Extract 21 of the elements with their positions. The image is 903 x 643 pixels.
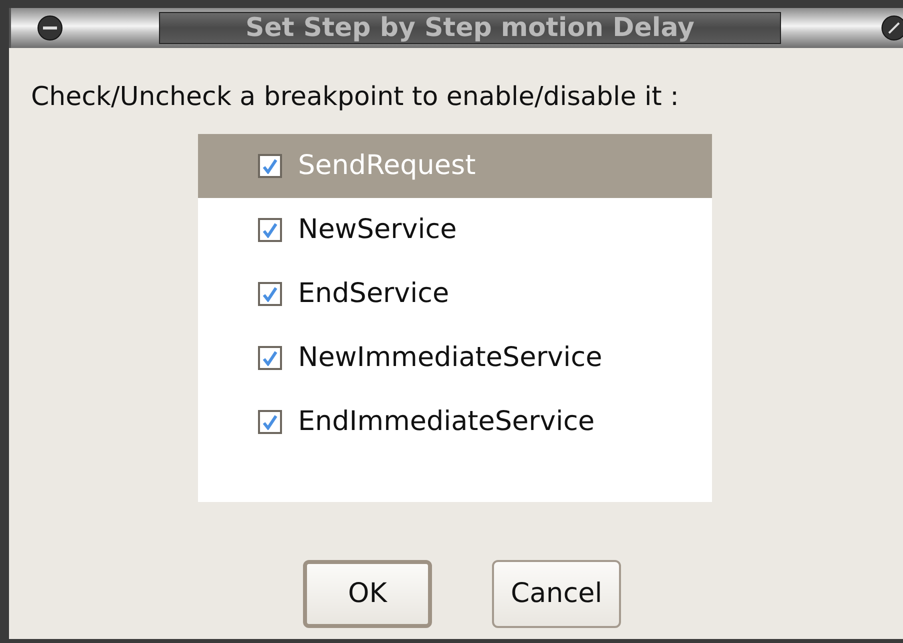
breakpoint-label: NewImmediateService (298, 340, 602, 375)
checkmark-icon (262, 222, 278, 238)
breakpoint-label: EndService (298, 276, 450, 311)
checkbox[interactable] (258, 346, 282, 370)
close-icon[interactable] (881, 15, 903, 41)
minimize-icon[interactable] (37, 15, 63, 41)
checkbox[interactable] (258, 218, 282, 242)
checkmark-icon (262, 158, 278, 174)
checkbox[interactable] (258, 154, 282, 178)
instruction-text: Check/Uncheck a breakpoint to enable/disable it : (31, 81, 679, 114)
checkmark-icon (262, 350, 278, 366)
dialog-button[interactable]: Cancel (492, 560, 621, 628)
checkbox[interactable] (258, 282, 282, 306)
dialog-button[interactable]: OK (303, 560, 432, 628)
breakpoint-label: SendRequest (298, 148, 476, 183)
breakpoint-label: NewService (298, 212, 457, 247)
window-title: Set Step by Step motion Delay (159, 12, 781, 44)
checkbox[interactable] (258, 410, 282, 434)
breakpoint-label: EndImmediateService (298, 404, 595, 439)
checkmark-icon (262, 286, 278, 302)
checkmark-icon (262, 414, 278, 430)
